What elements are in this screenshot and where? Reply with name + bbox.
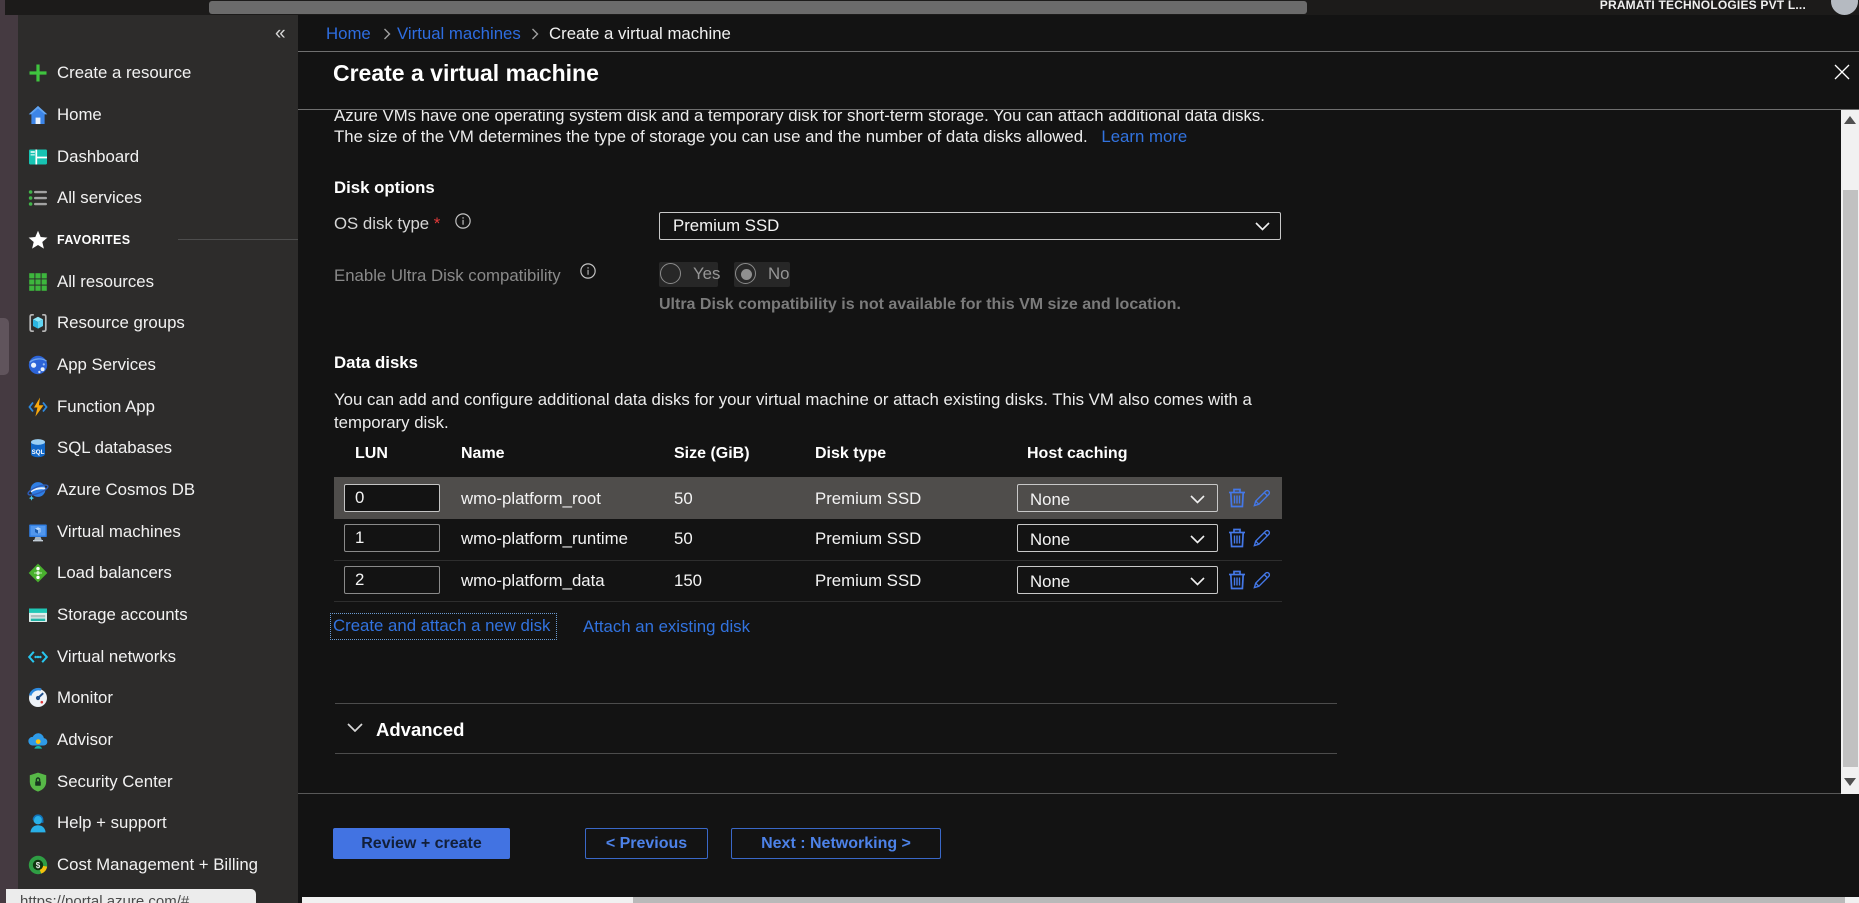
svg-text:SQL: SQL — [32, 449, 45, 456]
svg-text:$: $ — [36, 861, 41, 870]
